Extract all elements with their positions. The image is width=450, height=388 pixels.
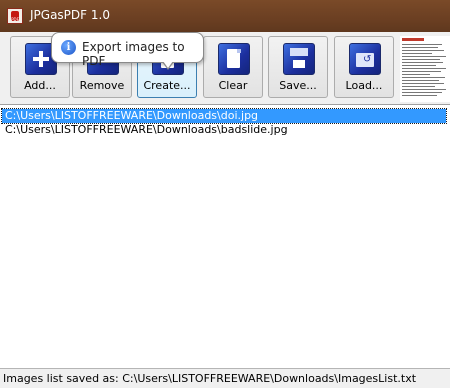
status-bar: Images list saved as: C:\Users\LISTOFFRE… [0, 368, 450, 388]
remove-button-label: Remove [79, 79, 125, 92]
preview-line [402, 89, 446, 90]
tooltip-text: Export images to PDF [82, 40, 185, 68]
clear-document-icon [218, 43, 250, 75]
preview-line [402, 86, 435, 87]
preview-line [402, 68, 446, 69]
preview-line [402, 65, 436, 66]
preview-line [402, 83, 444, 84]
window-title: JPGasPDF 1.0 [30, 8, 110, 22]
preview-line [402, 71, 441, 72]
save-button-label: Save... [279, 79, 317, 92]
list-item[interactable]: C:\Users\LISTOFFREEWARE\Downloads\doi.jp… [1, 108, 447, 124]
floppy-disk-icon [283, 43, 315, 75]
clear-button[interactable]: Clear [203, 36, 263, 98]
clear-button-label: Clear [218, 79, 248, 92]
preview-line [402, 59, 440, 60]
status-text: Images list saved as: C:\Users\LISTOFFRE… [3, 372, 417, 385]
title-bar: JPGasPDF 1.0 [0, 0, 450, 32]
load-button[interactable]: Load... [334, 36, 394, 98]
tooltip: i Export images to PDF [51, 32, 204, 70]
preview-line [402, 95, 437, 96]
preview-line [402, 50, 444, 51]
load-button-label: Load... [345, 79, 383, 92]
preview-line [402, 62, 443, 63]
preview-line [402, 92, 442, 93]
preview-line [402, 74, 430, 75]
preview-line [402, 56, 446, 57]
image-preview [400, 36, 450, 102]
info-icon: i [61, 40, 76, 55]
open-folder-icon [349, 43, 381, 75]
preview-header [402, 38, 424, 41]
file-list[interactable]: C:\Users\LISTOFFREEWARE\Downloads\doi.jp… [0, 104, 450, 368]
app-pdf-icon [7, 8, 23, 24]
add-button-label: Add... [24, 79, 56, 92]
preview-line [402, 44, 442, 45]
preview-line [402, 80, 439, 81]
list-item[interactable]: C:\Users\LISTOFFREEWARE\Downloads\badsli… [2, 123, 446, 137]
preview-line [402, 53, 432, 54]
save-button[interactable]: Save... [268, 36, 328, 98]
create-button-label: Create... [143, 79, 191, 92]
preview-line [402, 47, 438, 48]
preview-line [402, 77, 445, 78]
tooltip-tail-fill [163, 61, 173, 68]
